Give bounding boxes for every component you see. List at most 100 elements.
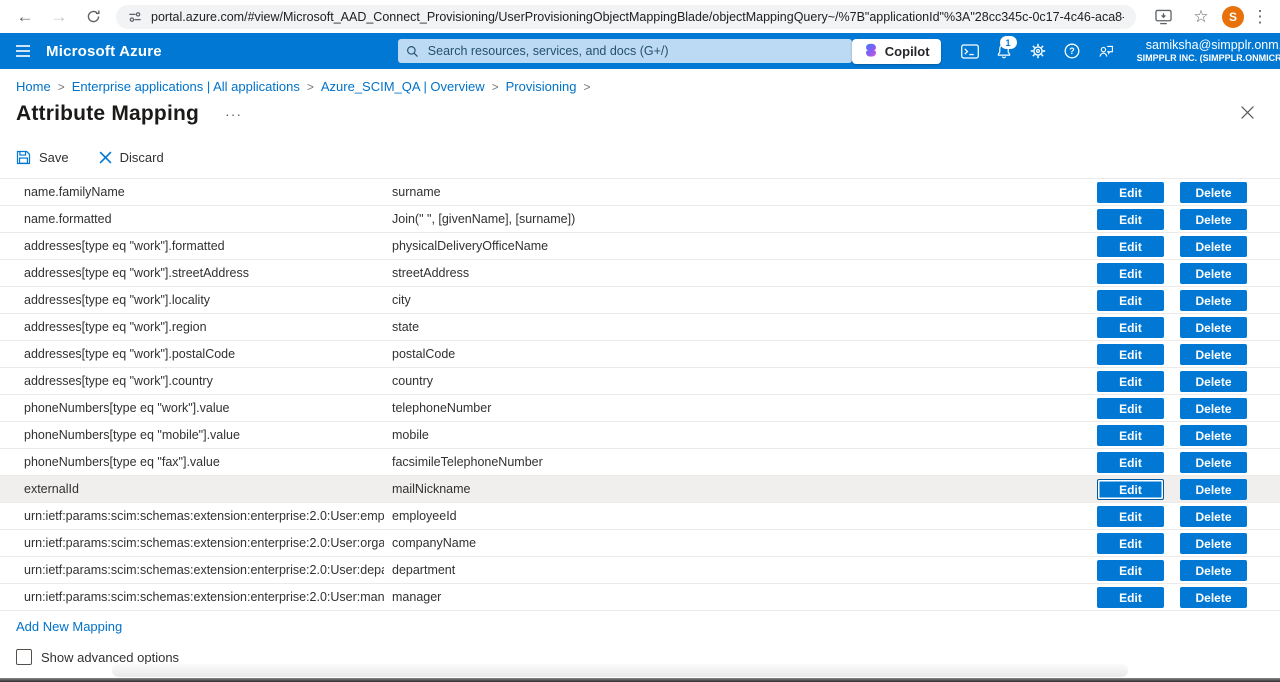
discard-x-icon xyxy=(99,151,112,164)
delete-button[interactable]: Delete xyxy=(1180,506,1247,527)
delete-button[interactable]: Delete xyxy=(1180,209,1247,230)
show-advanced-options-checkbox[interactable] xyxy=(16,649,32,665)
edit-button[interactable]: Edit xyxy=(1097,344,1164,365)
title-more-icon[interactable]: ··· xyxy=(225,106,242,122)
delete-button[interactable]: Delete xyxy=(1180,533,1247,554)
edit-button[interactable]: Edit xyxy=(1097,587,1164,608)
discard-button[interactable]: Discard xyxy=(99,150,164,165)
mapping-row[interactable]: phoneNumbers[type eq "mobile"].value mob… xyxy=(0,422,1280,449)
attribute-cell: urn:ietf:params:scim:schemas:extension:e… xyxy=(24,590,384,604)
target-cell: postalCode xyxy=(392,347,456,361)
attribute-cell: externalId xyxy=(24,482,79,496)
delete-button[interactable]: Delete xyxy=(1180,182,1247,203)
discard-label: Discard xyxy=(119,149,164,165)
target-cell: streetAddress xyxy=(392,266,470,280)
mapping-row[interactable]: phoneNumbers[type eq "fax"].value facsim… xyxy=(0,449,1280,476)
mapping-row[interactable]: addresses[type eq "work"].postalCode pos… xyxy=(0,341,1280,368)
account-info[interactable]: samiksha@simpplr.onm... SIMPPLR INC. (SI… xyxy=(1137,38,1280,65)
mapping-row[interactable]: name.familyName surname Edit Delete xyxy=(0,179,1280,206)
edit-button[interactable]: Edit xyxy=(1097,209,1164,230)
mapping-row[interactable]: urn:ietf:params:scim:schemas:extension:e… xyxy=(0,503,1280,530)
back-icon[interactable]: ← xyxy=(8,3,42,31)
mapping-row[interactable]: urn:ietf:params:scim:schemas:extension:e… xyxy=(0,530,1280,557)
mapping-row[interactable]: name.formatted Join(" ", [givenName], [s… xyxy=(0,206,1280,233)
delete-button[interactable]: Delete xyxy=(1180,344,1247,365)
edit-button[interactable]: Edit xyxy=(1097,452,1164,473)
feedback-icon[interactable] xyxy=(1089,33,1123,69)
edit-button[interactable]: Edit xyxy=(1097,317,1164,338)
show-advanced-options-row[interactable]: Show advanced options xyxy=(16,649,1264,665)
delete-button[interactable]: Delete xyxy=(1180,425,1247,446)
attribute-cell: urn:ietf:params:scim:schemas:extension:e… xyxy=(24,509,384,523)
delete-button[interactable]: Delete xyxy=(1180,371,1247,392)
delete-button[interactable]: Delete xyxy=(1180,452,1247,473)
delete-button[interactable]: Delete xyxy=(1180,317,1247,338)
browser-actions: ☆ S ⋮ xyxy=(1146,3,1272,31)
mapping-row[interactable]: addresses[type eq "work"].formatted phys… xyxy=(0,233,1280,260)
target-cell: physicalDeliveryOfficeName xyxy=(392,239,549,253)
mapping-row[interactable]: addresses[type eq "work"].region state E… xyxy=(0,314,1280,341)
forward-icon[interactable]: → xyxy=(42,3,76,31)
delete-button[interactable]: Delete xyxy=(1180,587,1247,608)
target-cell: country xyxy=(392,374,433,388)
edit-button[interactable]: Edit xyxy=(1097,398,1164,419)
mapping-row[interactable]: externalId mailNickname Edit Delete xyxy=(0,476,1280,503)
delete-button[interactable]: Delete xyxy=(1180,398,1247,419)
settings-gear-icon[interactable] xyxy=(1021,33,1055,69)
copilot-label: Copilot xyxy=(884,43,930,59)
bookmark-star-icon[interactable]: ☆ xyxy=(1184,3,1218,31)
edit-button[interactable]: Edit xyxy=(1097,425,1164,446)
azure-brand[interactable]: Microsoft Azure xyxy=(46,43,162,60)
edit-button[interactable]: Edit xyxy=(1097,371,1164,392)
target-cell: surname xyxy=(392,185,441,199)
hamburger-menu-icon[interactable] xyxy=(0,33,46,69)
account-tenant: SIMPPLR INC. (SIMPPLR.ONMICR... xyxy=(1136,53,1280,64)
address-bar[interactable]: portal.azure.com/#view/Microsoft_AAD_Con… xyxy=(116,4,1136,29)
add-new-mapping-link[interactable]: Add New Mapping xyxy=(16,619,122,634)
breadcrumb-home[interactable]: Home xyxy=(16,79,51,94)
copilot-button[interactable]: Copilot xyxy=(851,38,941,64)
breadcrumb-provisioning[interactable]: Provisioning xyxy=(506,79,577,94)
save-icon xyxy=(16,150,31,165)
site-settings-icon[interactable] xyxy=(128,10,142,24)
cloud-shell-icon[interactable] xyxy=(953,33,987,69)
close-blade-icon[interactable] xyxy=(1240,105,1258,123)
edit-button[interactable]: Edit xyxy=(1097,236,1164,257)
edit-button[interactable]: Edit xyxy=(1097,560,1164,581)
global-search[interactable] xyxy=(397,39,852,63)
help-icon[interactable]: ? xyxy=(1055,33,1089,69)
attribute-cell: addresses[type eq "work"].region xyxy=(24,320,207,334)
breadcrumb-application-overview[interactable]: Azure_SCIM_QA | Overview xyxy=(321,79,485,94)
delete-button[interactable]: Delete xyxy=(1180,560,1247,581)
attribute-cell: addresses[type eq "work"].formatted xyxy=(24,239,225,253)
browser-menu-icon[interactable]: ⋮ xyxy=(1248,3,1272,31)
horizontal-scrollbar[interactable] xyxy=(112,664,1128,677)
search-input[interactable] xyxy=(425,43,844,59)
browser-profile-avatar[interactable]: S xyxy=(1222,5,1244,28)
delete-button[interactable]: Delete xyxy=(1180,479,1247,500)
edit-button[interactable]: Edit xyxy=(1097,479,1164,500)
edit-button[interactable]: Edit xyxy=(1097,533,1164,554)
notifications-bell-icon[interactable]: 1 xyxy=(987,33,1021,69)
edit-button[interactable]: Edit xyxy=(1097,506,1164,527)
edit-button[interactable]: Edit xyxy=(1097,290,1164,311)
mapping-row[interactable]: phoneNumbers[type eq "work"].value telep… xyxy=(0,395,1280,422)
breadcrumb-enterprise-applications[interactable]: Enterprise applications | All applicatio… xyxy=(72,79,300,94)
delete-button[interactable]: Delete xyxy=(1180,290,1247,311)
mapping-row[interactable]: urn:ietf:params:scim:schemas:extension:e… xyxy=(0,557,1280,584)
install-app-icon[interactable] xyxy=(1146,3,1180,31)
edit-button[interactable]: Edit xyxy=(1097,182,1164,203)
delete-button[interactable]: Delete xyxy=(1180,263,1247,284)
mapping-row[interactable]: urn:ietf:params:scim:schemas:extension:e… xyxy=(0,584,1280,611)
mapping-row[interactable]: addresses[type eq "work"].streetAddress … xyxy=(0,260,1280,287)
edit-button[interactable]: Edit xyxy=(1097,263,1164,284)
save-button[interactable]: Save xyxy=(16,150,69,165)
mapping-row[interactable]: addresses[type eq "work"].locality city … xyxy=(0,287,1280,314)
reload-icon[interactable] xyxy=(76,3,110,31)
attribute-cell: urn:ietf:params:scim:schemas:extension:e… xyxy=(24,536,384,550)
search-icon xyxy=(406,45,419,58)
page-title: Attribute Mapping xyxy=(16,102,200,125)
delete-button[interactable]: Delete xyxy=(1180,236,1247,257)
attribute-cell: name.familyName xyxy=(24,185,125,199)
mapping-row[interactable]: addresses[type eq "work"].country countr… xyxy=(0,368,1280,395)
